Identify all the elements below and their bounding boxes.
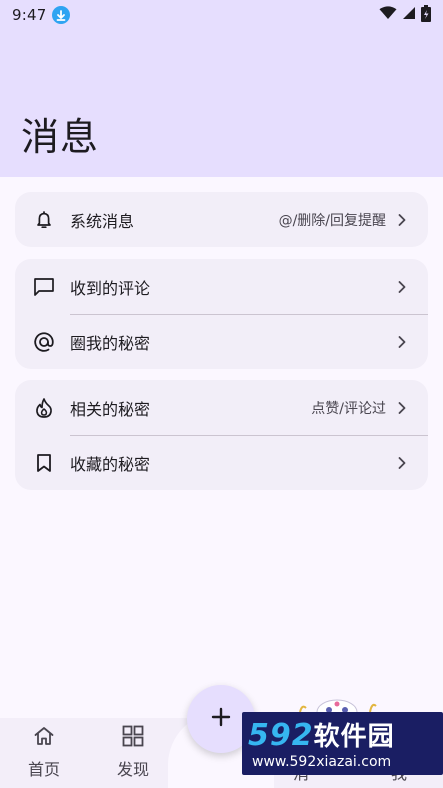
list-item-label: 系统消息: [70, 211, 135, 231]
list-item-saved-secrets[interactable]: 收藏的秘密: [15, 435, 428, 490]
chevron-right-icon: [396, 335, 408, 348]
flame-icon: [33, 397, 55, 419]
list-item-received-comments[interactable]: 收到的评论: [15, 259, 428, 314]
page-title: 消息: [21, 115, 100, 159]
watermark-brand-num: 592: [248, 718, 314, 753]
nav-discover[interactable]: 发现: [103, 724, 163, 780]
list-item-hint: @/删除/回复提醒: [278, 212, 386, 229]
battery-charging-icon: [421, 4, 431, 26]
chevron-right-icon: [396, 456, 408, 469]
watermark-url: www.592xiazai.com: [252, 754, 392, 770]
list-item-label: 收藏的秘密: [70, 454, 151, 474]
watermark-logo: 592软件园 www.592xiazai.com: [242, 712, 443, 775]
divider: [70, 314, 428, 315]
watermark-brand: 592软件园: [248, 716, 395, 753]
list-item-label: 收到的评论: [70, 278, 151, 298]
list-item-related-secrets[interactable]: 相关的秘密 点赞/评论过: [15, 380, 428, 435]
watermark-brand-cn: 软件园: [313, 722, 395, 752]
list-item-system-messages[interactable]: 系统消息 @/删除/回复提醒: [15, 192, 428, 247]
download-badge-icon: [52, 6, 71, 24]
system-card: 系统消息 @/删除/回复提醒: [15, 192, 428, 247]
bookmark-icon: [33, 452, 55, 474]
list-item-mentioned-secrets[interactable]: 圈我的秘密: [15, 314, 428, 369]
chevron-right-icon: [396, 401, 408, 414]
nav-home-label: 首页: [27, 760, 60, 779]
status-bar: 9:47: [0, 0, 443, 30]
status-time: 9:47: [12, 6, 47, 24]
chevron-right-icon: [396, 213, 408, 226]
comment-icon: [33, 276, 55, 298]
list-item-hint: 点赞/评论过: [311, 400, 386, 417]
grid-icon: [121, 724, 145, 752]
nav-discover-label: 发现: [116, 760, 149, 779]
at-sign-icon: [33, 331, 55, 353]
interaction-card: 收到的评论 圈我的秘密: [15, 259, 428, 369]
list-item-label: 相关的秘密: [70, 399, 151, 419]
chevron-right-icon: [396, 280, 408, 293]
home-icon: [32, 724, 56, 752]
divider: [70, 435, 428, 436]
signal-icon: [402, 6, 416, 24]
nav-home[interactable]: 首页: [14, 724, 74, 780]
list-item-label: 圈我的秘密: [70, 333, 151, 353]
bell-icon: [33, 209, 55, 231]
secrets-card: 相关的秘密 点赞/评论过 收藏的秘密: [15, 380, 428, 490]
plus-icon: [211, 707, 231, 731]
wifi-icon: [379, 6, 397, 24]
